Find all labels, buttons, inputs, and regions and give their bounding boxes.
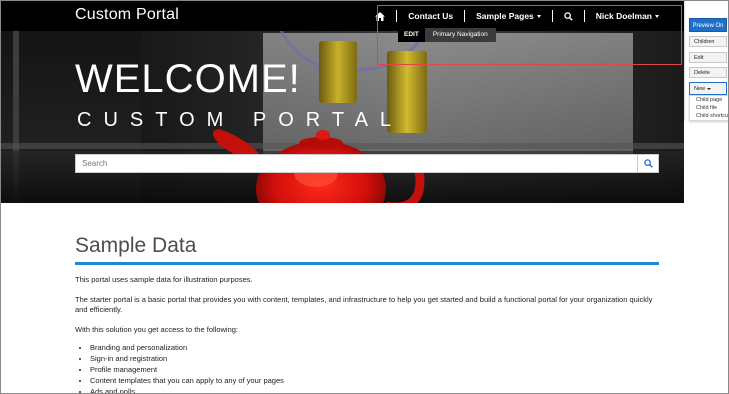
- new-dropdown-button[interactable]: New: [689, 82, 727, 95]
- features-intro-paragraph: With this solution you get access to the…: [75, 324, 239, 334]
- heading-divider: [75, 262, 659, 265]
- delete-button[interactable]: Delete: [689, 67, 727, 78]
- description-paragraph: The starter portal is a basic portal tha…: [75, 294, 653, 315]
- preview-toggle-button[interactable]: Preview On: [689, 18, 727, 32]
- list-item: Branding and personalization: [90, 342, 659, 353]
- callout-highlight-box: [377, 5, 682, 65]
- features-list: Branding and personalization Sign-in and…: [90, 342, 659, 393]
- admin-toolbar: Preview On Children Edit Delete New Chil…: [684, 1, 728, 393]
- chevron-down-icon: [706, 87, 711, 90]
- intro-paragraph: This portal uses sample data for illustr…: [75, 275, 253, 284]
- hero-title: WELCOME!: [75, 57, 301, 101]
- list-item: Content templates that you can apply to …: [90, 375, 659, 386]
- edit-page-button[interactable]: Edit: [689, 52, 727, 63]
- page-title: Sample Data: [75, 234, 197, 257]
- new-button-label: New: [694, 86, 706, 92]
- list-item: Profile management: [90, 364, 659, 375]
- main-content: Sample Data This portal uses sample data…: [75, 233, 659, 393]
- menu-item-child-shortcut[interactable]: Child shortcut: [690, 112, 728, 120]
- hero-brass-nozzle-left: [319, 41, 357, 103]
- menu-item-child-file[interactable]: Child file: [690, 104, 728, 112]
- children-button[interactable]: Children: [689, 36, 727, 47]
- menu-item-child-page[interactable]: Child page: [690, 96, 728, 104]
- hero-search-box: [75, 154, 659, 173]
- search-icon: [643, 159, 653, 168]
- search-button[interactable]: [637, 155, 658, 172]
- hero-subtitle: CUSTOM PORTAL: [77, 109, 404, 131]
- list-item: Sign-in and registration: [90, 353, 659, 364]
- browser-frame: WELCOME! CUSTOM PORTAL Custom Portal Con…: [0, 0, 729, 394]
- admin-divider: [684, 1, 686, 121]
- list-item: Ads and polls: [90, 386, 659, 393]
- search-input[interactable]: [76, 155, 638, 172]
- new-dropdown-menu: Child page Child file Child shortcut: [689, 95, 728, 121]
- site-brand[interactable]: Custom Portal: [75, 6, 179, 24]
